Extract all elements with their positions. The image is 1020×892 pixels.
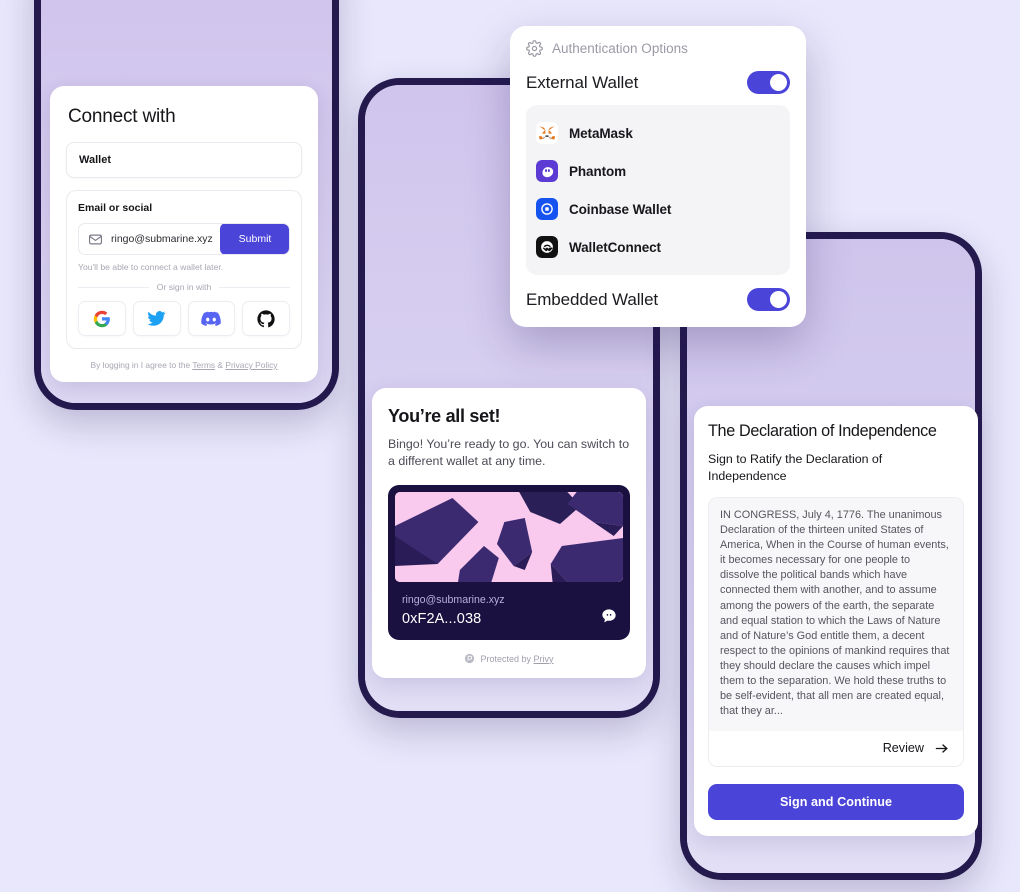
list-item-label: MetaMask — [569, 125, 633, 141]
discord-icon — [201, 311, 222, 326]
declaration-body: IN CONGRESS, July 4, 1776. The unanimous… — [720, 509, 950, 717]
wallet-artwork — [395, 492, 623, 583]
wallet-list: MetaMask Phantom Coinbase Wallet WalletC… — [526, 105, 790, 275]
mail-icon — [88, 234, 103, 244]
wallet-select-value: Wallet — [79, 154, 111, 166]
external-wallet-row: External Wallet — [526, 71, 790, 94]
declaration-subtitle: Sign to Ratify the Declaration of Indepe… — [708, 452, 883, 484]
connect-with-card: Connect with Wallet Email or social ring… — [50, 86, 318, 382]
all-set-title: You’re all set! — [388, 406, 501, 426]
declaration-card: The Declaration of Independence Sign to … — [694, 406, 978, 836]
external-wallet-toggle[interactable] — [747, 71, 790, 94]
auth-panel-header: Authentication Options — [526, 40, 790, 57]
sign-and-continue-button[interactable]: Sign and Continue — [708, 783, 964, 820]
list-item[interactable]: MetaMask — [536, 114, 780, 152]
wallet-art-svg — [395, 492, 623, 583]
email-input[interactable]: ringo@submarine.xyz — [79, 224, 221, 254]
canvas: Connect with Wallet Email or social ring… — [0, 0, 1020, 892]
embedded-wallet-toggle[interactable] — [747, 288, 790, 311]
walletconnect-icon — [536, 236, 558, 258]
wallet-select[interactable]: Wallet — [66, 142, 302, 178]
page-title: Connect with — [68, 106, 176, 127]
terms-link[interactable]: Terms — [192, 360, 215, 370]
wallet-address: 0xF2A...038 — [402, 611, 482, 628]
list-item[interactable]: WalletConnect — [536, 228, 780, 266]
divider-line-left — [78, 286, 149, 288]
privy-link[interactable]: Privy — [534, 654, 554, 664]
declaration-scroll-area[interactable]: IN CONGRESS, July 4, 1776. The unanimous… — [709, 498, 963, 731]
list-item-label: Phantom — [569, 163, 627, 179]
legal-text: By logging in I agree to the Terms & Pri… — [66, 360, 302, 370]
wallet-preview-card[interactable]: ringo@submarine.xyz 0xF2A...038 — [388, 485, 630, 641]
legal-amp: & — [215, 360, 226, 370]
github-login-button[interactable] — [242, 301, 290, 336]
all-set-subtitle: Bingo! You’re ready to go. You can switc… — [388, 437, 630, 469]
wallet-email: ringo@submarine.xyz — [402, 594, 505, 607]
github-icon — [257, 309, 275, 327]
protected-prefix: Protected by — [480, 653, 534, 664]
all-set-card: You’re all set! Bingo! You’re ready to g… — [372, 388, 646, 679]
privacy-policy-link[interactable]: Privacy Policy — [225, 360, 277, 370]
authentication-options-panel: Authentication Options External Wallet M… — [510, 26, 806, 327]
embedded-wallet-label: Embedded Wallet — [526, 289, 659, 309]
twitter-icon — [147, 311, 166, 326]
twitter-login-button[interactable] — [132, 301, 181, 336]
google-login-button[interactable] — [78, 301, 126, 336]
email-input-row: ringo@submarine.xyz Submit — [78, 223, 290, 255]
declaration-title: The Declaration of Independence — [708, 422, 937, 440]
list-item-label: Coinbase Wallet — [569, 201, 672, 217]
google-icon — [93, 310, 110, 327]
wallet-meta: ringo@submarine.xyz 0xF2A...038 — [388, 582, 630, 640]
or-sign-in-divider: Or sign in with — [78, 282, 291, 292]
arrow-right-icon — [935, 743, 948, 753]
list-item[interactable]: Coinbase Wallet — [536, 190, 780, 228]
legal-prefix: By logging in I agree to the — [90, 360, 193, 370]
email-or-social-label: Email or social — [78, 202, 153, 214]
email-value: ringo@submarine.xyz — [111, 233, 213, 245]
divider-line-right — [219, 286, 291, 288]
chat-bubble-icon[interactable] — [601, 608, 617, 624]
review-button[interactable]: Review — [709, 730, 963, 766]
social-login-row — [78, 301, 290, 336]
list-item[interactable]: Phantom — [536, 152, 780, 190]
list-item-label: WalletConnect — [569, 239, 661, 255]
submit-button[interactable]: Submit — [220, 224, 289, 254]
protected-by-footer: Protected by Privy — [388, 653, 630, 664]
auth-panel-title: Authentication Options — [552, 41, 688, 56]
declaration-box: IN CONGRESS, July 4, 1776. The unanimous… — [708, 497, 964, 767]
external-wallet-label: External Wallet — [526, 72, 639, 92]
phantom-icon — [536, 160, 558, 182]
embedded-wallet-row: Embedded Wallet — [526, 288, 790, 311]
protected-by-text: Protected by Privy — [480, 654, 553, 664]
privy-icon — [465, 654, 475, 664]
discord-login-button[interactable] — [187, 301, 236, 336]
wallet-later-hint: You'll be able to connect a wallet later… — [78, 262, 224, 272]
gear-icon — [526, 40, 543, 57]
review-label: Review — [882, 741, 924, 756]
metamask-icon — [536, 122, 558, 144]
email-or-social-section: Email or social ringo@submarine.xyz Subm… — [66, 190, 302, 349]
divider-label: Or sign in with — [156, 282, 212, 292]
coinbase-icon — [536, 198, 558, 220]
